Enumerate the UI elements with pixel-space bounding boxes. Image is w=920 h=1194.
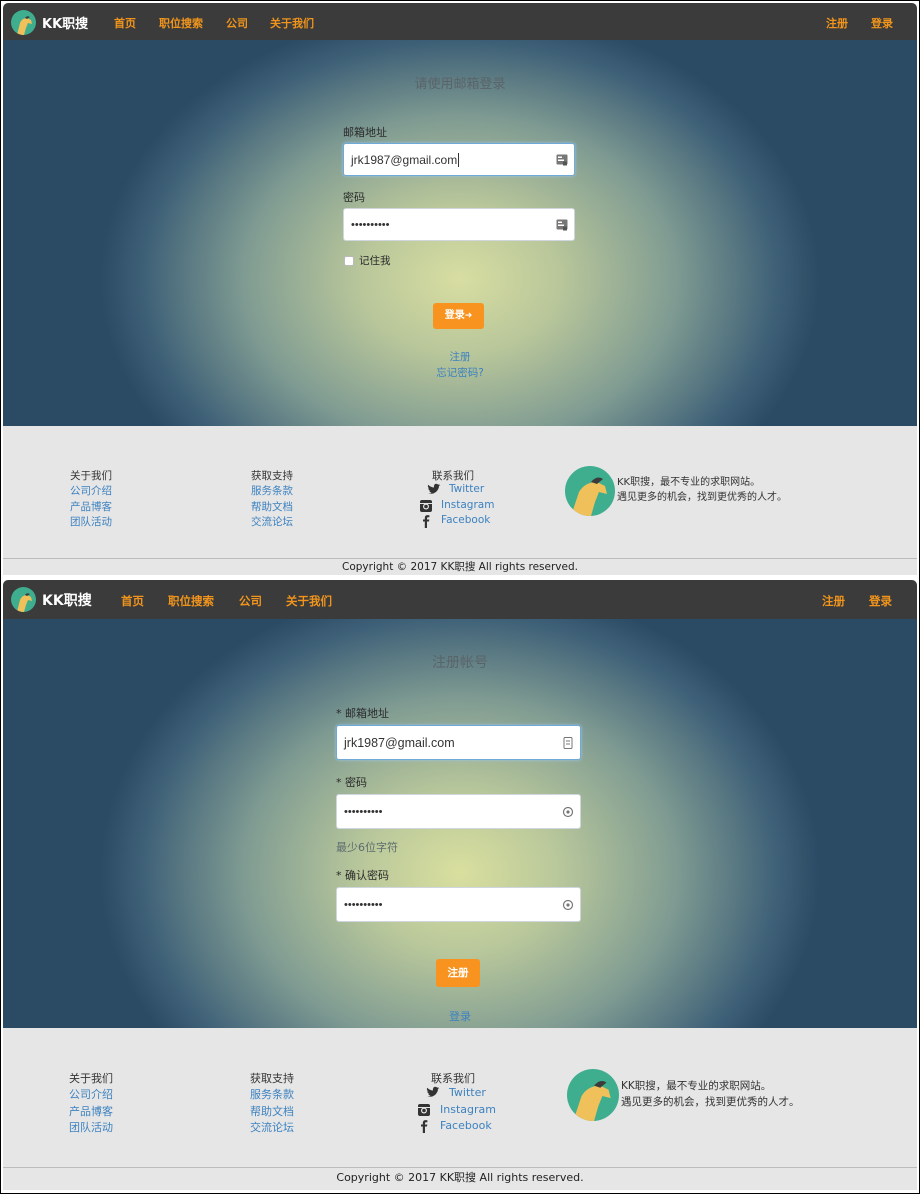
nav-about[interactable]: 关于我们 xyxy=(286,593,332,609)
nav-register[interactable]: 注册 xyxy=(822,593,845,609)
brand-name: KK职搜 xyxy=(42,592,92,609)
nav-job-search[interactable]: 职位搜索 xyxy=(168,593,214,609)
remember-label: 记住我 xyxy=(359,255,391,267)
nav-company[interactable]: 公司 xyxy=(226,15,248,31)
footer-link-facebook[interactable]: Facebook xyxy=(441,514,490,526)
login-link[interactable]: 登录 xyxy=(3,1008,917,1024)
nav-about[interactable]: 关于我们 xyxy=(270,15,314,31)
register-hero: 注册帐号 * 邮箱地址 jrk1987@gmail.com * 密码 •••••… xyxy=(3,619,917,1028)
login-submit-button[interactable]: 登录➜ xyxy=(433,303,484,329)
login-page: KK职搜 首页 职位搜索 公司 关于我们 注册 登录 请使用邮箱登录 邮箱地址 … xyxy=(3,3,917,575)
instagram-icon xyxy=(418,1104,430,1116)
footer-link-instagram[interactable]: Instagram xyxy=(440,1103,496,1116)
footer-about-title: 关于我们 xyxy=(69,1072,113,1085)
card-icon xyxy=(556,154,568,165)
horse-logo-icon xyxy=(11,587,36,612)
email-label: 邮箱地址 xyxy=(343,126,387,139)
copyright: Copyright © 2017 KK职搜 All rights reserve… xyxy=(3,558,917,576)
site-footer: 关于我们 公司介绍 产品博客 团队活动 获取支持 服务条款 帮助文档 交流论坛 … xyxy=(3,426,917,575)
email-input[interactable]: jrk1987@gmail.com xyxy=(336,725,581,760)
confirm-password-input[interactable]: •••••••••• xyxy=(336,887,581,922)
footer-link-product-blog[interactable]: 产品博客 xyxy=(69,1103,113,1119)
register-submit-label: 注册 xyxy=(447,967,469,979)
password-input[interactable]: •••••••••• xyxy=(343,208,575,241)
footer-support-title: 获取支持 xyxy=(250,1072,294,1085)
email-input[interactable]: jrk1987@gmail.com xyxy=(343,143,575,176)
footer-tagline: KK职搜，最不专业的求职网站。 遇见更多的机会，找到更优秀的人才。 xyxy=(621,1080,800,1108)
login-hero: 请使用邮箱登录 邮箱地址 jrk1987@gmail.com 密码 ••••••… xyxy=(3,40,917,426)
card-icon xyxy=(563,736,573,749)
password-input[interactable]: •••••••••• xyxy=(336,794,581,829)
password-reveal-icon[interactable] xyxy=(562,805,574,818)
password-reveal-icon[interactable] xyxy=(562,898,574,911)
twitter-icon xyxy=(427,483,441,494)
login-submit-label: 登录 xyxy=(444,310,465,321)
footer-link-help-docs[interactable]: 帮助文档 xyxy=(250,1103,294,1119)
facebook-icon xyxy=(423,515,430,528)
twitter-icon xyxy=(426,1086,440,1097)
footer-support-title: 获取支持 xyxy=(251,470,293,482)
brand-logo[interactable]: KK职搜 xyxy=(11,587,92,612)
register-link[interactable]: 注册 xyxy=(3,349,917,364)
nav-home[interactable]: 首页 xyxy=(121,593,144,609)
confirm-password-label: * 确认密码 xyxy=(336,869,389,882)
remember-checkbox[interactable] xyxy=(344,256,354,266)
footer-horse-logo-icon xyxy=(567,1069,619,1121)
footer-contact-title: 联系我们 xyxy=(432,470,474,482)
login-title: 请使用邮箱登录 xyxy=(414,77,506,92)
footer-link-facebook[interactable]: Facebook xyxy=(440,1119,492,1132)
footer-link-product-blog[interactable]: 产品博客 xyxy=(70,499,112,514)
register-page: KK职搜 首页 职位搜索 公司 关于我们 注册 登录 注册帐号 * 邮箱地址 j… xyxy=(3,580,917,1190)
password-label: 密码 xyxy=(343,191,365,204)
sign-in-icon: ➜ xyxy=(464,311,473,321)
card-icon xyxy=(556,219,568,230)
horse-logo-icon xyxy=(11,10,36,35)
footer-about-title: 关于我们 xyxy=(70,470,112,482)
footer-horse-logo-icon xyxy=(565,466,615,516)
footer-link-twitter[interactable]: Twitter xyxy=(449,483,484,495)
password-value: •••••••••• xyxy=(344,805,383,818)
email-value: jrk1987@gmail.com xyxy=(344,735,455,750)
brand-logo[interactable]: KK职搜 xyxy=(11,10,88,35)
footer-tagline: KK职搜，最不专业的求职网站。 遇见更多的机会，找到更优秀的人才。 xyxy=(617,477,787,503)
nav-login[interactable]: 登录 xyxy=(871,15,893,31)
nav-job-search[interactable]: 职位搜索 xyxy=(159,15,203,31)
nav-company[interactable]: 公司 xyxy=(239,593,262,609)
footer-link-team-events[interactable]: 团队活动 xyxy=(70,514,112,529)
footer-link-terms[interactable]: 服务条款 xyxy=(250,1086,294,1102)
password-label: * 密码 xyxy=(336,776,367,789)
register-title: 注册帐号 xyxy=(432,655,488,671)
password-value: •••••••••• xyxy=(351,218,390,231)
footer-link-company-intro[interactable]: 公司介绍 xyxy=(70,483,112,498)
footer-link-forum[interactable]: 交流论坛 xyxy=(251,514,293,529)
footer-contact-title: 联系我们 xyxy=(431,1072,475,1085)
top-navbar: KK职搜 首页 职位搜索 公司 关于我们 注册 登录 xyxy=(3,580,917,619)
copyright: Copyright © 2017 KK职搜 All rights reserve… xyxy=(3,1167,917,1188)
forgot-password-link[interactable]: 忘记密码? xyxy=(3,365,917,380)
site-footer: 关于我们 公司介绍 产品博客 团队活动 获取支持 服务条款 帮助文档 交流论坛 … xyxy=(3,1028,917,1190)
facebook-icon xyxy=(421,1120,428,1133)
nav-register[interactable]: 注册 xyxy=(826,15,848,31)
brand-name: KK职搜 xyxy=(42,17,89,32)
password-hint: 最少6位字符 xyxy=(336,841,398,854)
register-submit-button[interactable]: 注册 xyxy=(436,959,480,987)
footer-link-team-events[interactable]: 团队活动 xyxy=(69,1119,113,1135)
footer-link-terms[interactable]: 服务条款 xyxy=(251,483,293,498)
email-value: jrk1987@gmail.com xyxy=(351,152,458,167)
footer-link-forum[interactable]: 交流论坛 xyxy=(250,1119,294,1135)
nav-home[interactable]: 首页 xyxy=(114,15,136,31)
instagram-icon xyxy=(420,500,432,512)
top-navbar: KK职搜 首页 职位搜索 公司 关于我们 注册 登录 xyxy=(3,3,917,40)
email-label: * 邮箱地址 xyxy=(336,707,389,720)
confirm-password-value: •••••••••• xyxy=(344,898,383,911)
footer-link-instagram[interactable]: Instagram xyxy=(441,499,494,511)
nav-login[interactable]: 登录 xyxy=(869,593,892,609)
footer-link-company-intro[interactable]: 公司介绍 xyxy=(69,1086,113,1102)
footer-link-twitter[interactable]: Twitter xyxy=(449,1086,486,1099)
footer-link-help-docs[interactable]: 帮助文档 xyxy=(251,499,293,514)
